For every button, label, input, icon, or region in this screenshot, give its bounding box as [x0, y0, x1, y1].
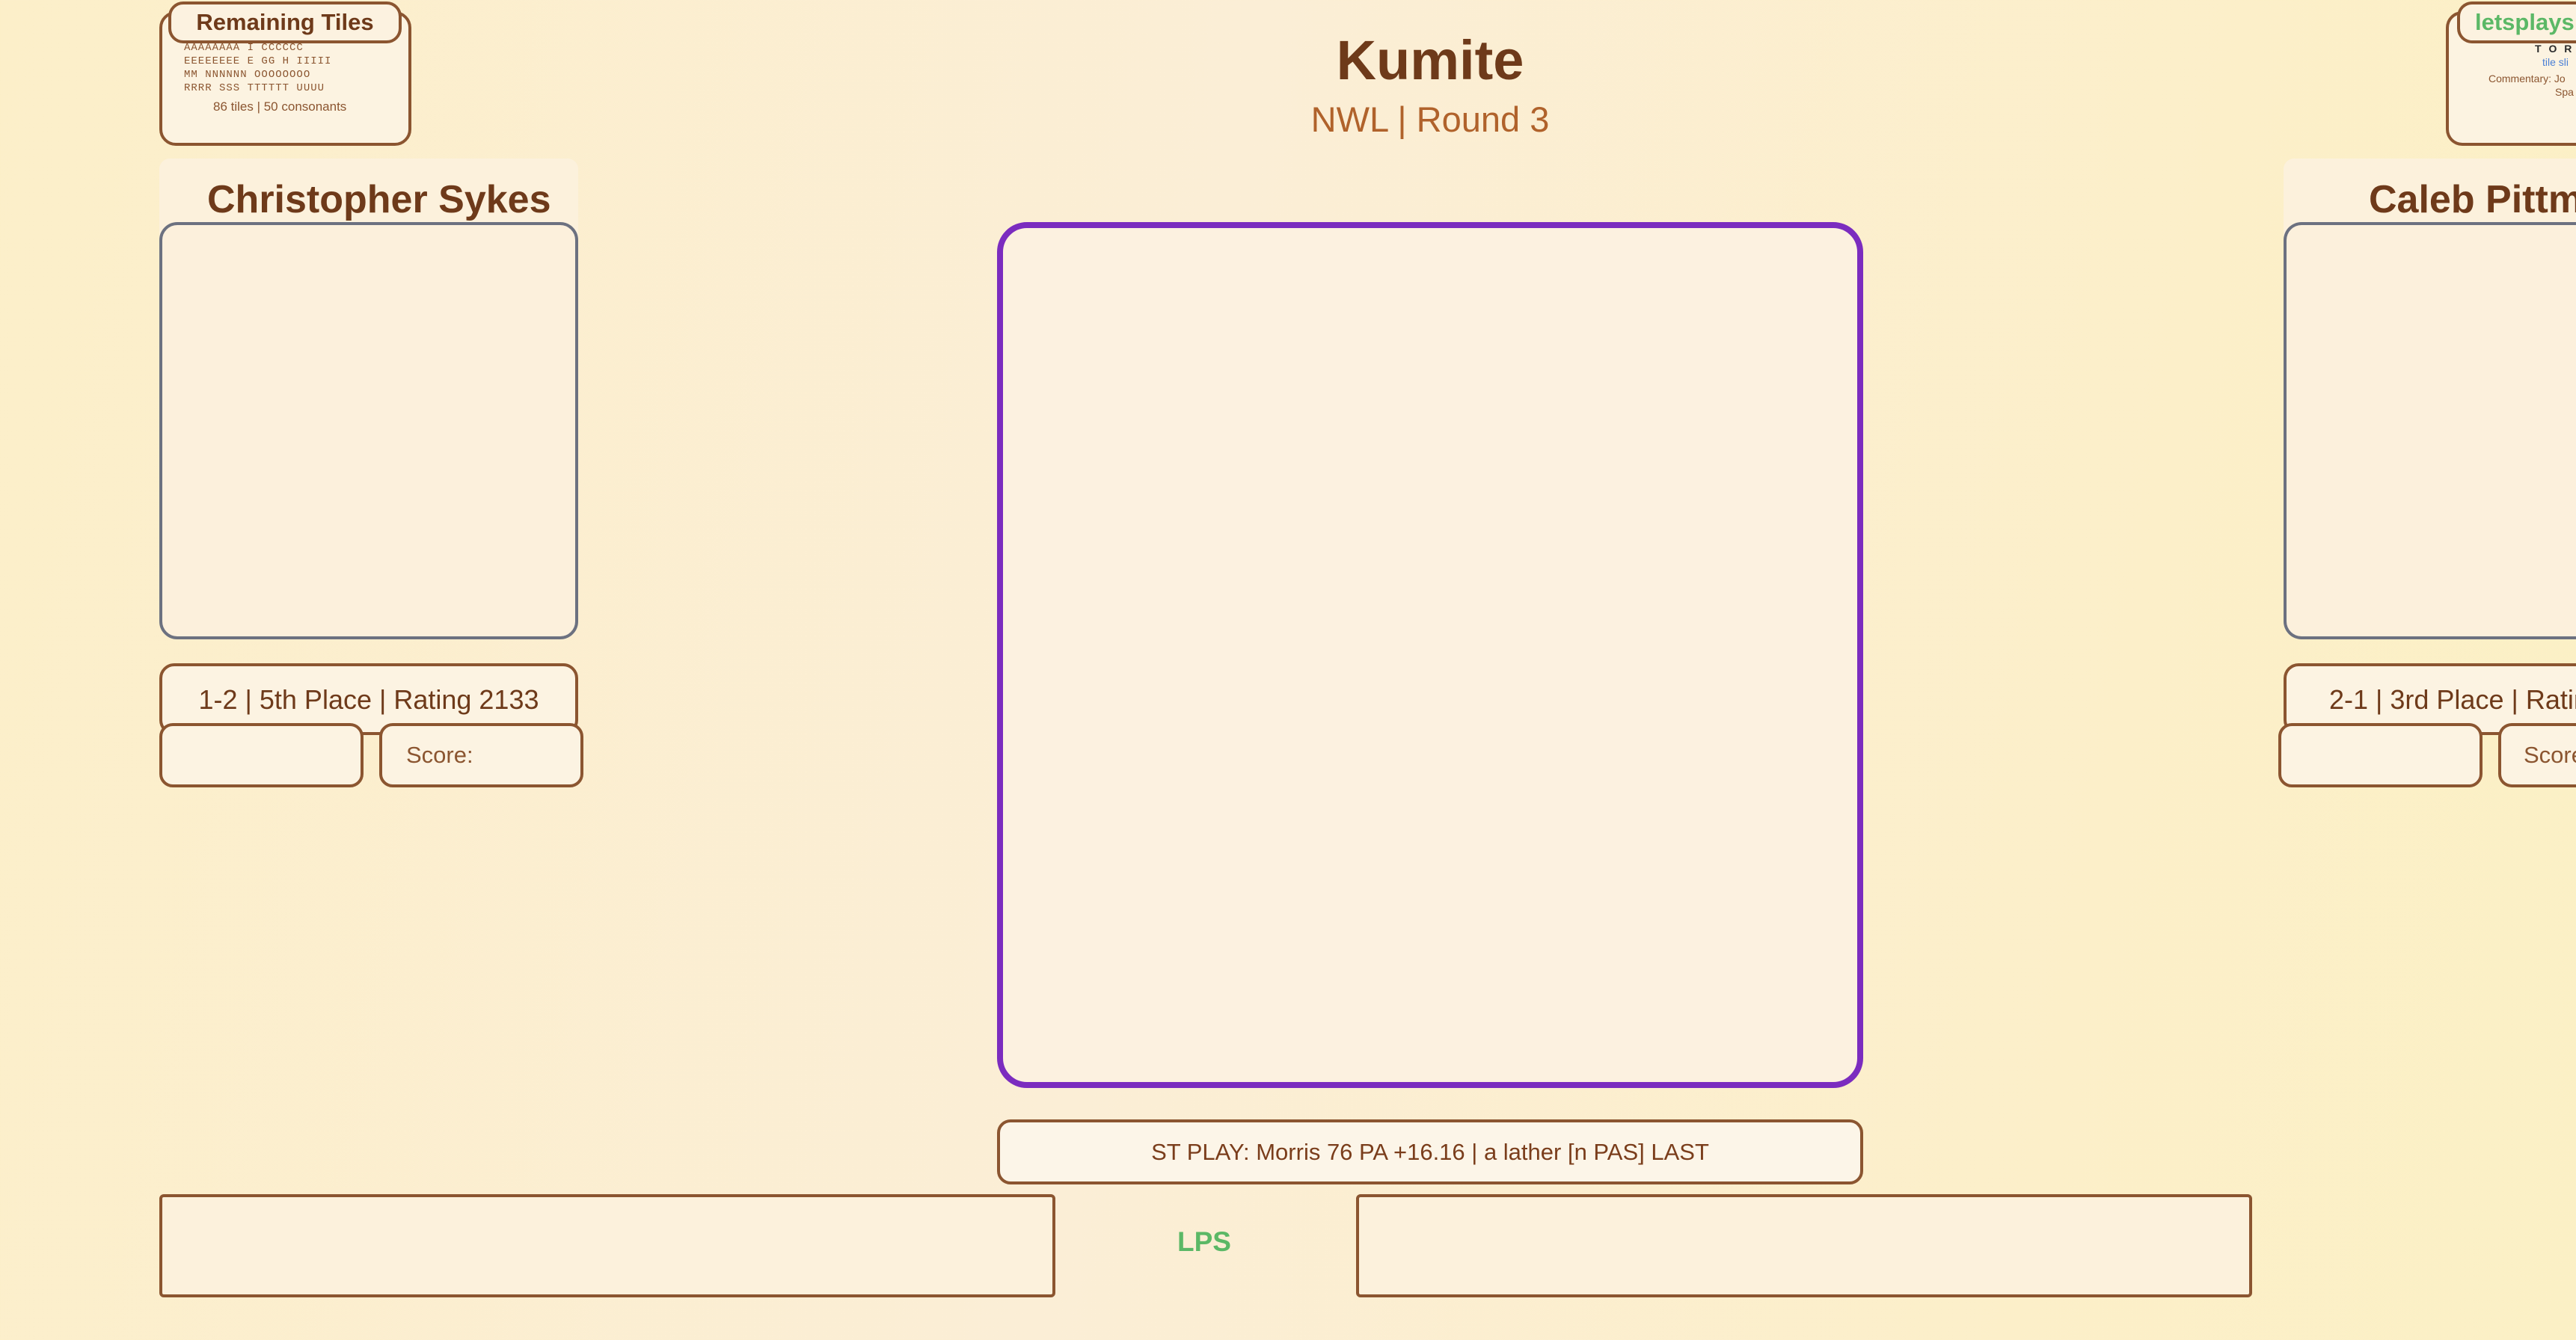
player-camera-frame: [2284, 222, 2576, 639]
player-rack-box: [2278, 723, 2483, 787]
player-rack-box: [159, 723, 364, 787]
game-board: [997, 222, 1863, 1088]
player-score-box: Score: [2498, 723, 2576, 787]
player-name: Caleb Pittma: [2369, 178, 2576, 221]
lps-label: LPS: [1177, 1226, 1231, 1257]
player-name: Christopher Sykes: [207, 178, 551, 221]
brand-line: Spa: [2555, 86, 2574, 98]
brand-logo-text: letsplays: [2457, 1, 2576, 43]
tiles-line: MM NNNNNN OOOOOOOO: [184, 69, 311, 81]
tiles-line: AAAAAAAA I CCCCCC: [184, 42, 304, 54]
player-score-box: Score:: [379, 723, 583, 787]
brand-line: tile sli: [2542, 56, 2569, 68]
brand-line: Commentary: Jo: [2488, 73, 2566, 84]
page-title: Kumite: [1336, 29, 1524, 91]
tiles-summary: 86 tiles | 50 consonants: [213, 99, 347, 114]
bottom-left-bar: [159, 1194, 1055, 1297]
tiles-line: RRRR SSS TTTTTT UUUU: [184, 82, 325, 94]
brand-line: T O R C: [2535, 43, 2576, 55]
tiles-line: EEEEEEEE E GG H IIIII: [184, 55, 332, 67]
player-camera-frame: [159, 222, 578, 639]
play-ticker: ST PLAY: Morris 76 PA +16.16 | a lather …: [997, 1119, 1863, 1184]
bottom-right-bar: [1356, 1194, 2252, 1297]
page-subtitle: NWL | Round 3: [1310, 99, 1550, 139]
remaining-tiles-title: Remaining Tiles: [168, 1, 402, 43]
